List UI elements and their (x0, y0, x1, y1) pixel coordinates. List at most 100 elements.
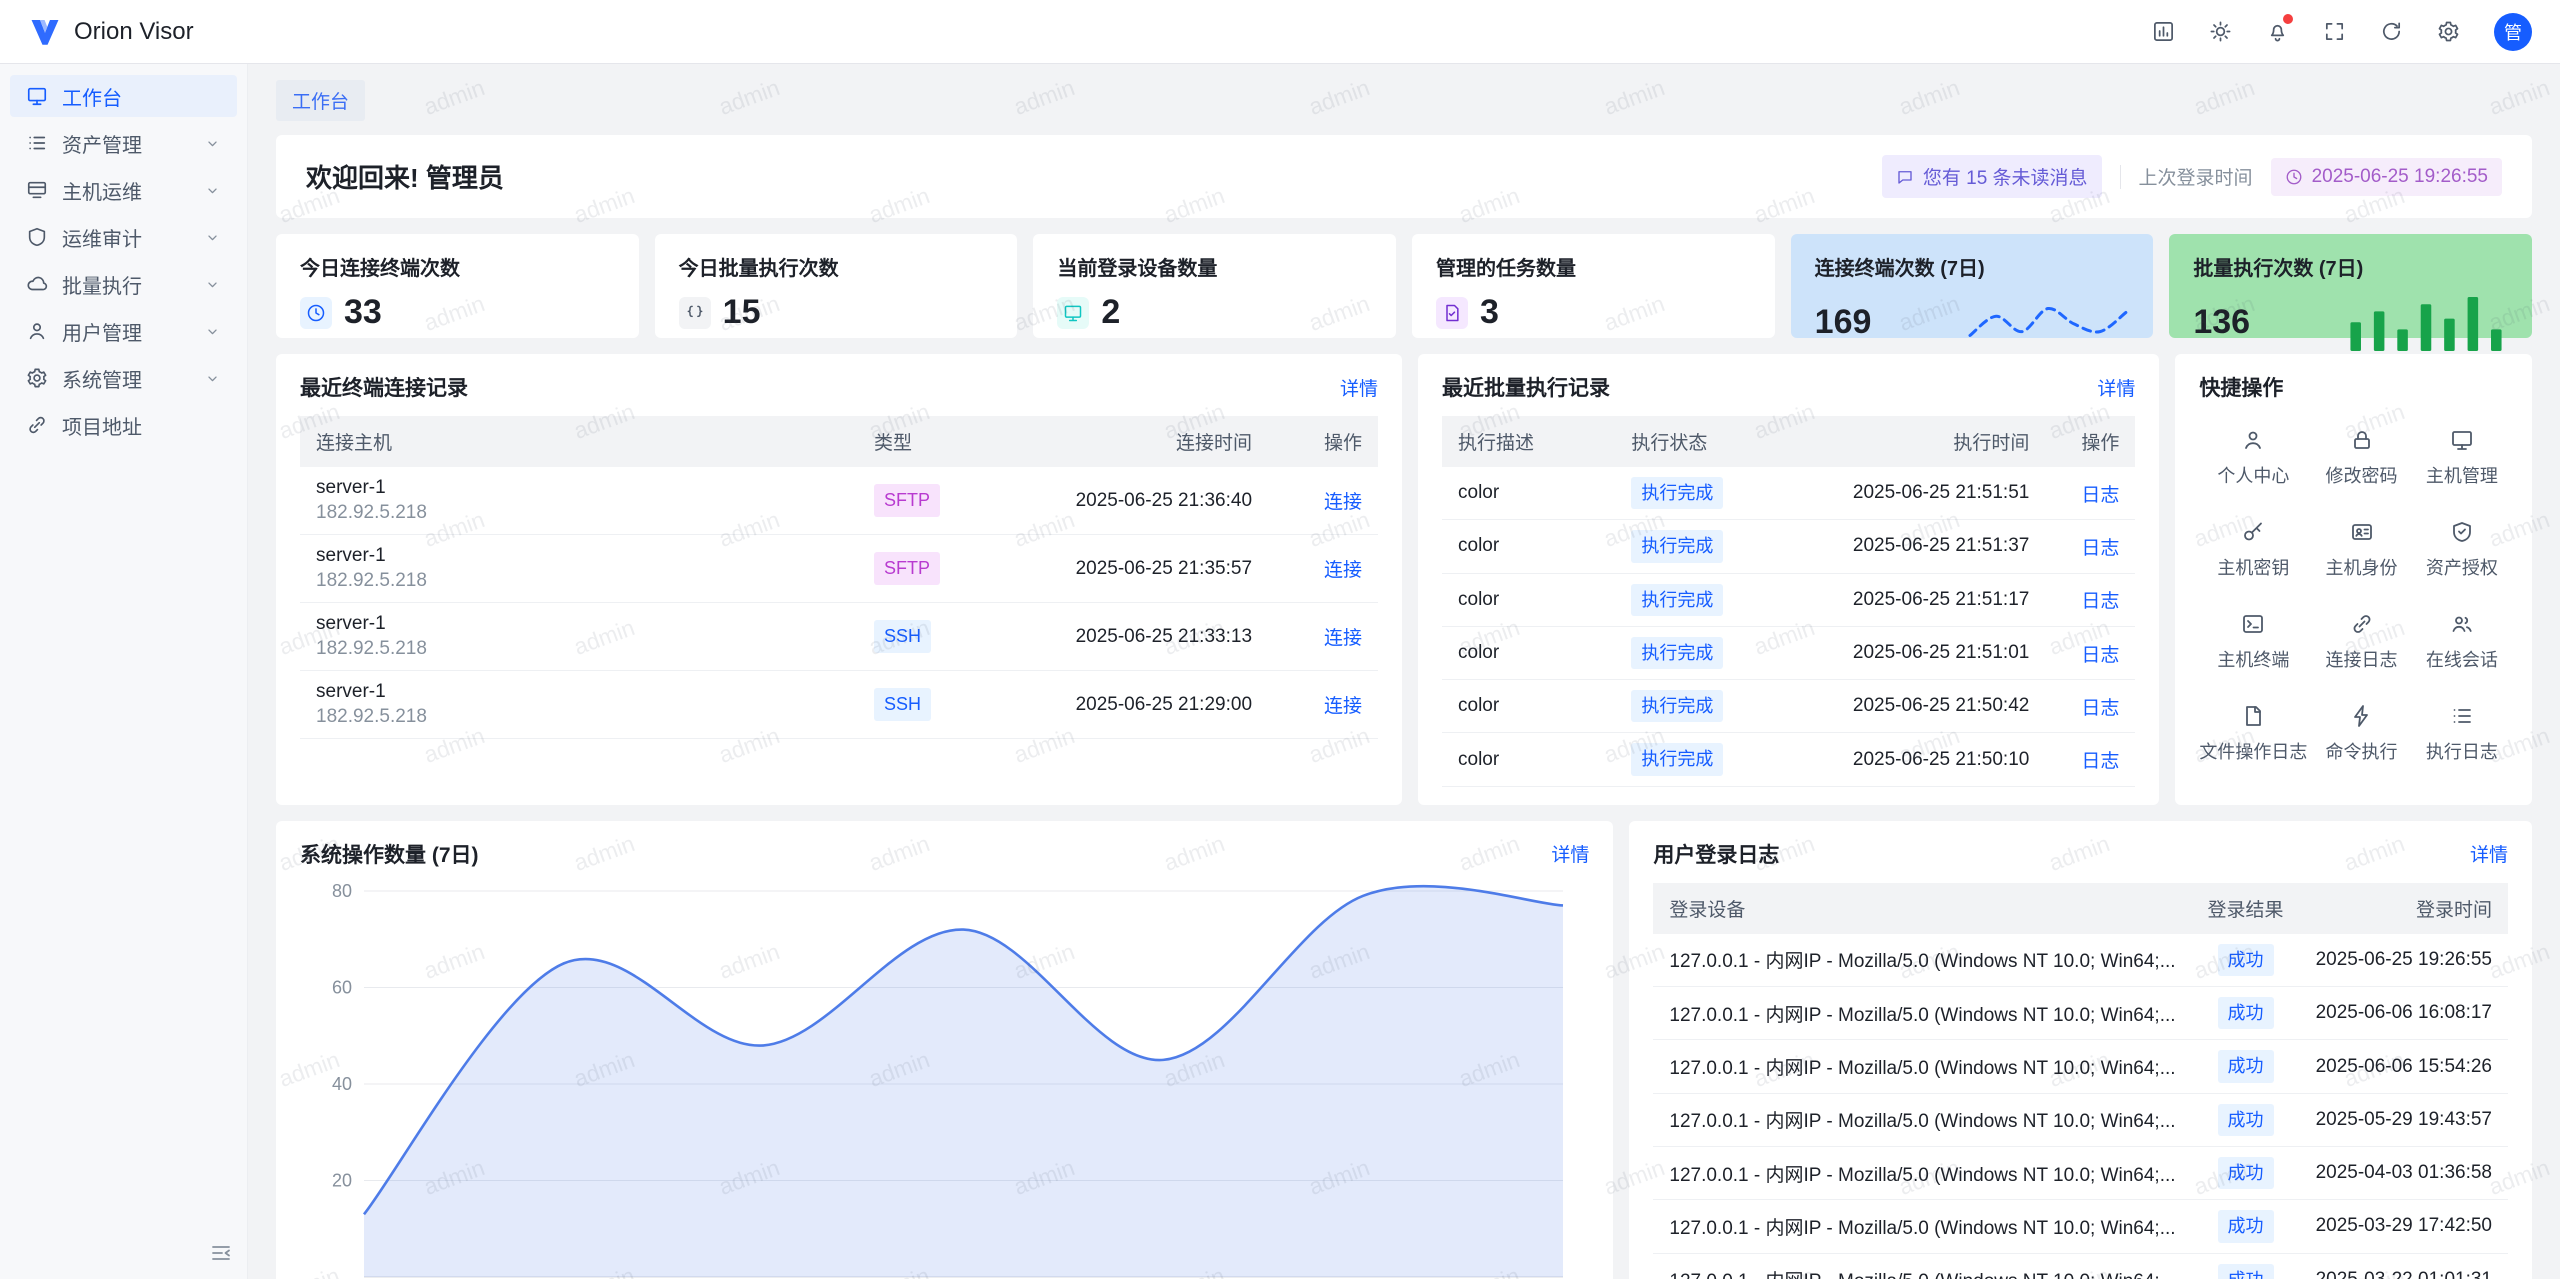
clock-icon (2285, 168, 2303, 186)
exec-time: 2025-06-25 21:50:10 (1785, 733, 2045, 786)
refresh-icon[interactable] (2380, 20, 2403, 43)
quick-actions-panel: 快捷操作 个人中心 修改密码 主机管理 主机密钥 主机身份 资产授权 主机终端 … (2175, 354, 2532, 805)
terminal-sparkline-chart (1966, 293, 2130, 351)
connect-link[interactable]: 连接 (1324, 696, 1362, 717)
host-name: server-1 (316, 545, 842, 567)
login-logs-detail-link[interactable]: 详情 (2470, 840, 2508, 867)
project-link-icon (26, 414, 48, 436)
exec-description: color (1442, 467, 1615, 520)
shield-check-icon (2450, 520, 2474, 544)
quick-action-item[interactable]: 主机管理 (2416, 428, 2508, 488)
header-actions: 管 (2152, 13, 2532, 51)
batch-cloud-icon (26, 273, 48, 295)
quick-action-item[interactable]: 个人中心 (2199, 428, 2307, 488)
sidebar-menu: 工作台 资产管理 主机运维 运维审计 批量执行 用户管理 系统管理 项目地址 (0, 75, 247, 446)
sidebar-item[interactable]: 用户管理 (10, 310, 237, 352)
system-settings-icon (26, 367, 48, 389)
sidebar-item[interactable]: 主机运维 (10, 169, 237, 211)
connect-time: 2025-06-25 21:33:13 (988, 603, 1268, 671)
workbench-icon (26, 85, 48, 107)
exec-description: color (1442, 733, 1615, 786)
log-link[interactable]: 日志 (2081, 591, 2119, 612)
quick-action-item[interactable]: 主机密钥 (2199, 520, 2307, 580)
quick-action-item[interactable]: 主机终端 (2199, 612, 2307, 672)
exec-description: color (1442, 680, 1615, 733)
connect-link[interactable]: 连接 (1324, 560, 1362, 581)
log-link[interactable]: 日志 (2081, 751, 2119, 772)
connect-link[interactable]: 连接 (1324, 492, 1362, 513)
sidebar-item[interactable]: 项目地址 (10, 404, 237, 446)
login-logs-panel: 用户登录日志 详情 登录设备 登录结果 登录时间 127.0.0.1 - 内网I… (1629, 821, 2532, 1279)
braces-icon (679, 297, 711, 329)
type-badge: SFTP (874, 552, 940, 584)
avatar[interactable]: 管 (2494, 13, 2532, 51)
stat-card-tasks: 管理的任务数量 3 (1412, 234, 1775, 338)
link-icon (2350, 612, 2374, 636)
task-file-icon (1436, 297, 1468, 329)
quick-action-item[interactable]: 连接日志 (2315, 612, 2407, 672)
connect-link[interactable]: 连接 (1324, 628, 1362, 649)
quick-action-item[interactable]: 修改密码 (2315, 428, 2407, 488)
log-link[interactable]: 日志 (2081, 538, 2119, 559)
table-row: 127.0.0.1 - 内网IP - Mozilla/5.0 (Windows … (1653, 987, 2508, 1040)
quick-action-item[interactable]: 在线会话 (2416, 612, 2508, 672)
batch-records-detail-link[interactable]: 详情 (2097, 374, 2135, 401)
notification-dot (2283, 14, 2293, 24)
user-icon (26, 320, 48, 342)
result-badge: 成功 (2218, 1157, 2274, 1189)
stat-card-terminal-today: 今日连接终端次数 33 (276, 234, 639, 338)
key-icon (2241, 520, 2265, 544)
terminal-icon (2241, 612, 2265, 636)
svg-text:80: 80 (332, 881, 352, 901)
sidebar-item[interactable]: 资产管理 (10, 122, 237, 164)
result-badge: 成功 (2218, 1264, 2274, 1279)
login-device: 127.0.0.1 - 内网IP - Mozilla/5.0 (Windows … (1653, 1200, 2191, 1253)
log-link[interactable]: 日志 (2081, 485, 2119, 506)
quick-action-item[interactable]: 执行日志 (2416, 704, 2508, 764)
sidebar-item[interactable]: 系统管理 (10, 357, 237, 399)
settings-gear-icon[interactable] (2437, 20, 2460, 43)
exec-description: color (1442, 626, 1615, 679)
poll-chart-icon[interactable] (2152, 20, 2175, 43)
list-icon (2450, 704, 2474, 728)
ops-chart-detail-link[interactable]: 详情 (1551, 840, 1589, 867)
sidebar-item[interactable]: 批量执行 (10, 263, 237, 305)
file-icon (2241, 704, 2265, 728)
brand-v-icon (28, 15, 62, 49)
login-time: 2025-06-06 16:08:17 (2300, 987, 2508, 1040)
table-row: 127.0.0.1 - 内网IP - Mozilla/5.0 (Windows … (1653, 1093, 2508, 1146)
status-badge: 执行完成 (1631, 477, 1723, 509)
quick-action-item[interactable]: 资产授权 (2416, 520, 2508, 580)
sidebar-item[interactable]: 工作台 (10, 75, 237, 117)
quick-action-item[interactable]: 命令执行 (2315, 704, 2407, 764)
host-ip: 182.92.5.218 (316, 570, 842, 592)
table-row: color 执行完成 2025-06-25 21:51:01 日志 (1442, 626, 2135, 679)
sidebar: 工作台 资产管理 主机运维 运维审计 批量执行 用户管理 系统管理 项目地址 (0, 64, 248, 1279)
welcome-title: 欢迎回来! 管理员 (306, 158, 504, 195)
asset-list-icon (26, 132, 48, 154)
login-device: 127.0.0.1 - 内网IP - Mozilla/5.0 (Windows … (1653, 934, 2191, 987)
log-link[interactable]: 日志 (2081, 698, 2119, 719)
monitor-icon (2450, 428, 2474, 452)
theme-sun-icon[interactable] (2209, 20, 2232, 43)
result-badge: 成功 (2218, 944, 2274, 976)
unread-messages-badge[interactable]: 您有 15 条未读消息 (1882, 155, 2102, 198)
sidebar-collapse-icon[interactable] (209, 1241, 233, 1265)
login-device: 127.0.0.1 - 内网IP - Mozilla/5.0 (Windows … (1653, 1253, 2191, 1279)
result-badge: 成功 (2218, 1210, 2274, 1242)
stat-card-terminal-7d: 连接终端次数 (7日) 169 (1791, 234, 2154, 338)
notification-bell-icon[interactable] (2266, 20, 2289, 43)
quick-action-item[interactable]: 文件操作日志 (2199, 704, 2307, 764)
breadcrumb[interactable]: 工作台 (276, 80, 365, 121)
fullscreen-icon[interactable] (2323, 20, 2346, 43)
app-title: Orion Visor (74, 18, 194, 46)
chevron-down-icon (204, 135, 221, 152)
quick-action-item[interactable]: 主机身份 (2315, 520, 2407, 580)
log-link[interactable]: 日志 (2081, 645, 2119, 666)
terminal-records-detail-link[interactable]: 详情 (1340, 374, 1378, 401)
audit-shield-icon (26, 226, 48, 248)
last-login-time-badge: 2025-06-25 19:26:55 (2271, 158, 2502, 196)
table-row: server-1 182.92.5.218 SFTP 2025-06-25 21… (300, 467, 1378, 535)
sidebar-item[interactable]: 运维审计 (10, 216, 237, 258)
chevron-down-icon (204, 370, 221, 387)
